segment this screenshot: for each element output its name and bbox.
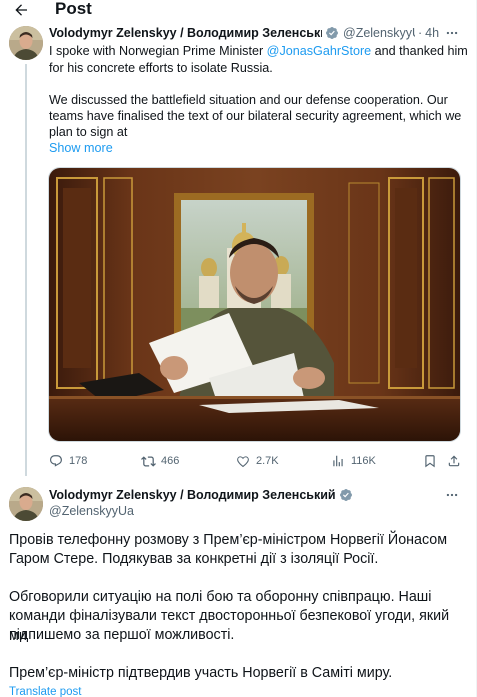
reply-count: 178 (69, 455, 88, 467)
share-icon (446, 453, 462, 469)
more-options-button[interactable] (443, 25, 461, 41)
repost-button[interactable]: 466 (140, 452, 179, 470)
translate-post-link[interactable]: Translate post (9, 686, 81, 697)
page-header: Post (0, 0, 477, 22)
post-text-line: I spoke with Norwegian Prime Minister @J… (49, 43, 469, 59)
author-handle[interactable]: @ZelenskyyUa (49, 503, 134, 519)
post-text-line: for his concrete efforts to isolate Russ… (49, 61, 273, 75)
repost-count: 466 (161, 455, 180, 467)
share-button[interactable] (446, 452, 467, 470)
avatar-image (9, 26, 43, 60)
thread-connector (25, 64, 27, 476)
like-icon (235, 453, 251, 469)
post-action-bar: 178 466 2.7K 116K (48, 452, 468, 470)
bookmark-button[interactable] (422, 452, 443, 470)
post-text-segment: I spoke with Norwegian Prime Minister (49, 44, 267, 58)
more-icon (446, 31, 458, 35)
post-photo[interactable] (48, 167, 461, 442)
post-author-row: Volodymyr Zelenskyy / Володимир Зеленськ… (49, 487, 469, 503)
show-more-link[interactable]: Show more (49, 141, 113, 155)
post-text-line: We discussed the battlefield situation a… (49, 93, 448, 107)
mention-link[interactable]: @JonasGahrStore (267, 44, 372, 58)
post-text-line: підпишемо за першої можливості. (9, 627, 235, 643)
post-text-line: Гаром Стере. Подякував за конкретні дії … (9, 551, 379, 567)
author-name[interactable]: Volodymyr Zelenskyy / Володимир Зеленськ… (49, 487, 336, 503)
like-count: 2.7K (256, 455, 279, 467)
post-text-line: teams have finalised the text of our bil… (49, 109, 462, 123)
post-author-row: Volodymyr Zelenskyy / Володимир Зеленськ… (49, 25, 469, 41)
post-text-segment: and thanked him (371, 44, 468, 58)
post-text-line: Обговорили ситуацію на полі бою та оборо… (9, 589, 432, 605)
avatar-image (9, 487, 43, 521)
verified-badge-icon (339, 488, 353, 502)
more-options-button[interactable] (443, 487, 461, 503)
avatar[interactable] (9, 26, 43, 60)
like-button[interactable]: 2.7K (235, 452, 279, 470)
more-icon (446, 493, 458, 497)
author-name[interactable]: Volodymyr Zelenskyy / Володимир Зеленськ… (49, 25, 322, 41)
avatar[interactable] (9, 487, 43, 521)
back-button[interactable] (10, 0, 32, 20)
verified-badge-icon (325, 26, 339, 40)
repost-icon (140, 453, 156, 469)
views-count: 116K (351, 455, 376, 467)
post-text-line: Провів телефонну розмову з Прем’єр-мініс… (9, 532, 448, 548)
reply-button[interactable]: 178 (48, 452, 87, 470)
post-text-line: Прем’єр-міністр підтвердив участь Норвег… (9, 665, 393, 681)
post-time[interactable]: 4h (425, 25, 439, 41)
post-text-line: plan to sign at (49, 125, 128, 139)
reply-icon (48, 453, 64, 469)
back-arrow-icon (15, 4, 27, 16)
bookmark-icon (422, 453, 438, 469)
post-page: Post Volodymyr Zelenskyy / Володимир Зел… (0, 0, 477, 697)
views-button[interactable]: 116K (330, 452, 376, 470)
author-handle[interactable]: @ZelenskyyUa (343, 25, 415, 41)
separator-dot: · (418, 26, 423, 40)
photo-image (49, 168, 460, 441)
views-icon (330, 453, 346, 469)
page-title: Post (55, 0, 92, 18)
